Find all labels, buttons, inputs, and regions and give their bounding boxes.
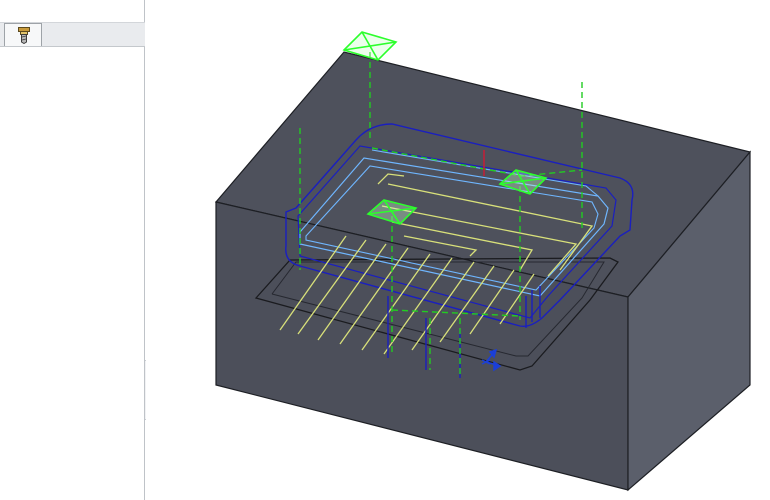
- cam-tool-tab[interactable]: [4, 23, 42, 46]
- panel-toolbar: [0, 22, 145, 47]
- feature-tree-panel: [0, 0, 153, 500]
- cutting-tool-icon: [18, 27, 30, 44]
- graphics-viewport[interactable]: [146, 0, 770, 500]
- model-view[interactable]: [146, 0, 770, 500]
